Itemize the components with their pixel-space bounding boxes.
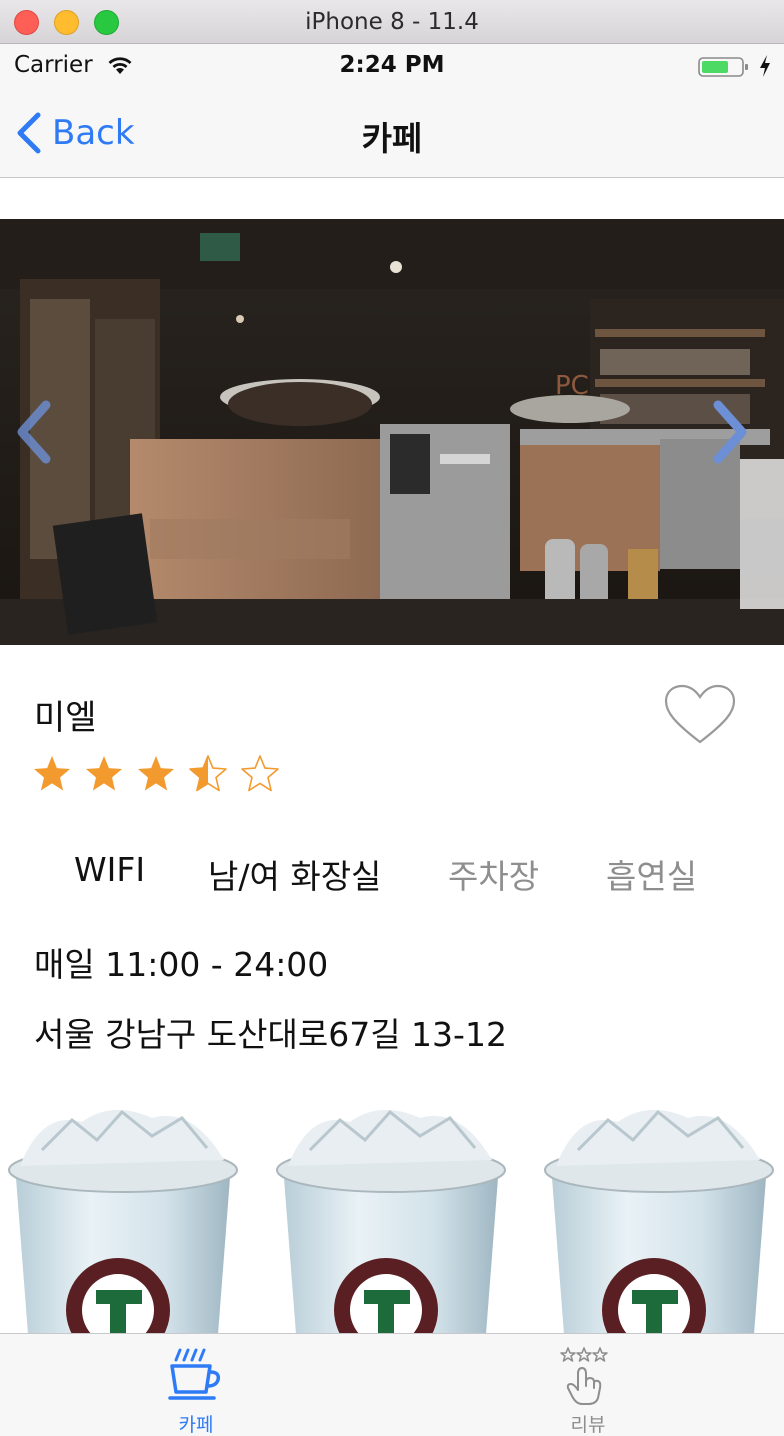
tab-review[interactable]: 리뷰 <box>392 1334 784 1436</box>
battery-icon <box>698 57 748 77</box>
amenity-smoking-room: 흡연실 <box>606 857 698 896</box>
star-half-icon <box>189 755 227 792</box>
tab-cafe-label: 카페 <box>178 1414 214 1436</box>
simulator-title-bar: iPhone 8 - 11.4 <box>0 0 784 44</box>
star-filled-icon <box>86 756 122 791</box>
amenity-wifi: WIFI <box>74 850 146 889</box>
charging-bolt-icon <box>760 55 770 77</box>
page-title: 카페 <box>361 119 423 158</box>
carousel-next-arrow-icon[interactable] <box>708 399 752 465</box>
cafe-name: 미엘 <box>34 698 97 738</box>
carousel-previous-arrow-icon[interactable] <box>12 399 56 465</box>
coffee-cup-icon <box>168 1348 221 1400</box>
star-filled-icon <box>34 756 70 791</box>
window-title: iPhone 8 - 11.4 <box>305 9 479 35</box>
tab-review-label: 리뷰 <box>570 1414 606 1436</box>
amenity-list: WIFI 남/여 화장실 주차장 흡연실 <box>0 850 784 900</box>
cafe-photo-carousel[interactable]: PC <box>0 219 784 645</box>
cafe-interior-photo: PC <box>0 219 784 645</box>
menu-item-iced-drink[interactable] <box>538 1100 778 1333</box>
tab-bar: 카페 리뷰 <box>0 1333 784 1436</box>
status-bar: Carrier 2:24 PM <box>0 44 784 88</box>
tab-cafe[interactable]: 카페 <box>0 1334 392 1436</box>
star-empty-icon <box>241 755 279 792</box>
star-rating <box>32 754 280 794</box>
menu-item-iced-drink[interactable] <box>2 1100 242 1333</box>
favorite-heart-icon[interactable] <box>664 684 736 746</box>
navigation-bar: Back 카페 <box>0 88 784 178</box>
review-stars-hand-icon <box>560 1347 608 1405</box>
status-time: 2:24 PM <box>339 52 445 78</box>
amenity-restroom: 남/여 화장실 <box>208 857 382 896</box>
cafe-address: 서울 강남구 도산대로67길 13-12 <box>34 1015 507 1054</box>
star-filled-icon <box>138 756 174 791</box>
amenity-parking: 주차장 <box>448 857 540 896</box>
opening-hours: 매일 11:00 - 24:00 <box>34 945 329 984</box>
menu-gallery[interactable] <box>0 1100 784 1333</box>
menu-item-iced-drink[interactable] <box>270 1100 510 1333</box>
